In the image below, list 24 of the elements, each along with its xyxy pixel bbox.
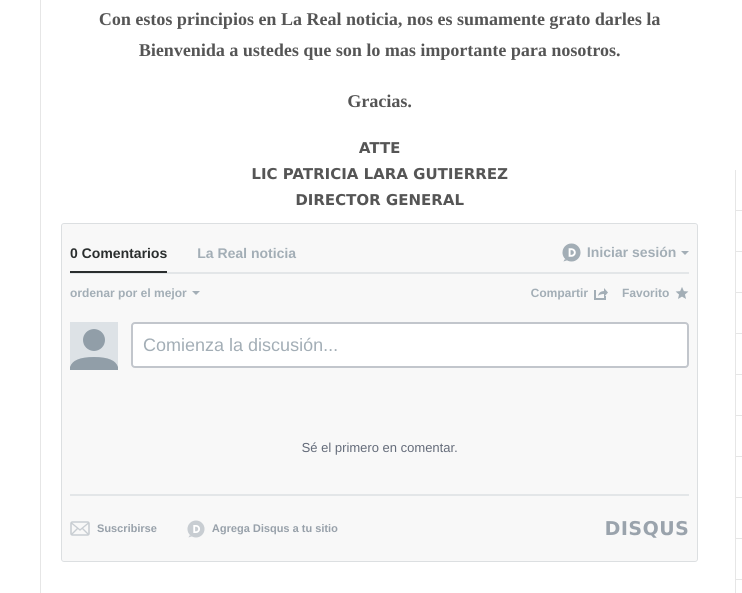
envelope-icon	[70, 521, 90, 536]
sort-menu[interactable]: ordenar por el mejor	[70, 286, 187, 300]
disqus-icon	[186, 520, 205, 538]
avatar-icon	[70, 322, 118, 370]
signature-line: ATTE	[358, 138, 400, 159]
login-menu[interactable]: Iniciar sesión	[586, 244, 676, 260]
article-paragraph: Gracias.	[346, 90, 413, 113]
disqus-icon	[562, 242, 581, 262]
signature-line: LIC PATRICIA LARA GUTIERREZ	[251, 164, 508, 185]
share-icon	[594, 286, 608, 300]
article-paragraph: Con estos principios en La Real noticia, nos es sumamente grato darles la Bienvenida a ustedes que son lo mas importante para nosotros.	[98, 8, 662, 62]
favorite-link[interactable]: Favorito	[622, 286, 670, 300]
caret-icon	[192, 291, 200, 295]
star-icon	[675, 286, 690, 300]
comments-tab[interactable]: 0 Comentarios	[70, 227, 168, 273]
subscribe-link[interactable]: Suscribirse	[97, 522, 157, 534]
empty-message: Sé el primero en comentar.	[70, 440, 690, 496]
add-disqus-link[interactable]: Agrega Disqus a tu sitio	[212, 522, 338, 534]
signature-line: DIRECTOR GENERAL	[295, 190, 464, 211]
caret-icon	[681, 250, 690, 254]
comments-tab[interactable]: La Real noticia	[197, 227, 296, 273]
share-link[interactable]: Compartir	[530, 286, 588, 300]
disqus-logo[interactable]: DISQUS	[604, 518, 690, 540]
comment-input[interactable]: Comienza la discusión...	[131, 322, 690, 368]
